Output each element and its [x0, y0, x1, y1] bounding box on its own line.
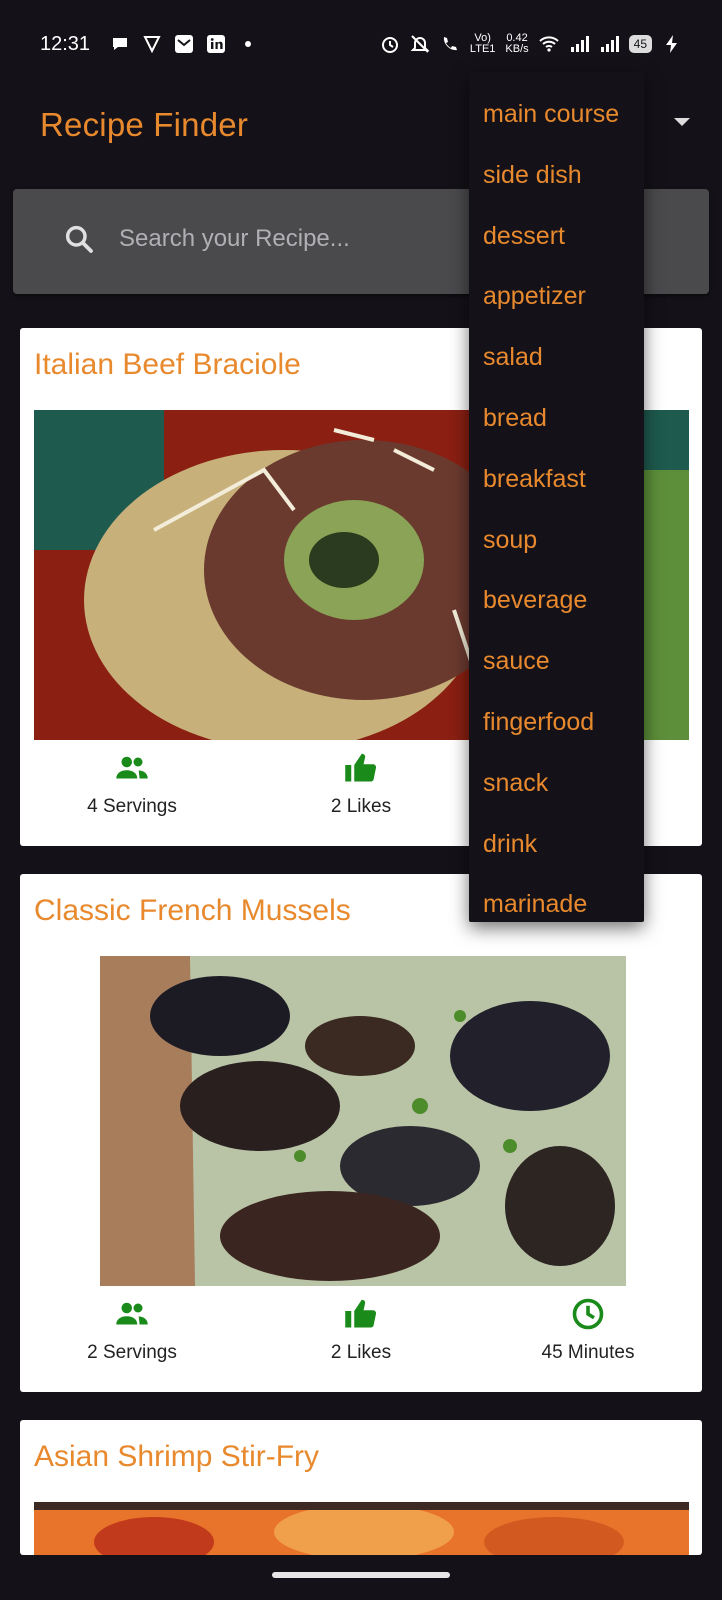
network-speed: 0.42 KB/s [505, 32, 529, 55]
minutes-label: 45 Minutes [541, 1342, 635, 1363]
category-dropdown-menu: main course side dish dessert appetizer … [469, 72, 644, 922]
likes-label: 2 Likes [330, 796, 392, 817]
menu-item-fingerfood[interactable]: fingerfood [469, 692, 644, 753]
menu-item-side-dish[interactable]: side dish [469, 145, 644, 206]
menu-item-soup[interactable]: soup [469, 510, 644, 571]
servings-stat: 2 Servings [32, 1292, 232, 1364]
status-left: 12:31 [40, 33, 258, 56]
minutes-stat: 45 Minutes [488, 1292, 688, 1364]
shrimp-image [34, 1502, 689, 1555]
search-icon [65, 225, 93, 253]
menu-item-sauce[interactable]: sauce [469, 631, 644, 692]
thumbs-up-icon [345, 1299, 377, 1328]
servings-label: 4 Servings [87, 796, 177, 817]
battery-indicator: 45 [628, 35, 652, 53]
people-icon [116, 756, 148, 779]
thumbs-up-icon [345, 753, 377, 782]
signal-icon-2 [600, 36, 619, 52]
menu-item-main-course[interactable]: main course [469, 84, 644, 145]
status-time: 12:31 [40, 32, 91, 55]
signal-icon-1 [570, 36, 589, 52]
likes-label: 2 Likes [330, 1342, 392, 1363]
menu-item-snack[interactable]: snack [469, 753, 644, 814]
volte-indicator: Vo) LTE1 [469, 32, 496, 55]
mute-bell-icon [410, 35, 430, 53]
people-icon [116, 1302, 148, 1325]
app-title: Recipe Finder [40, 106, 249, 143]
likes-stat: 2 Likes [261, 1292, 461, 1364]
wifi-icon [538, 36, 559, 52]
vpn-shield-icon [143, 36, 161, 54]
recipe-image [100, 956, 626, 1286]
menu-item-breakfast[interactable]: breakfast [469, 449, 644, 510]
navigation-bar [0, 1555, 722, 1600]
servings-label: 2 Servings [87, 1342, 177, 1363]
linkedin-icon [207, 35, 226, 53]
alarm-icon [381, 37, 398, 53]
recipe-title: Italian Beef Braciole [34, 348, 301, 381]
recipe-card[interactable]: Classic French Mussels 2 Servings 2 Like… [20, 874, 702, 1392]
category-dropdown-arrow-icon[interactable] [674, 118, 690, 126]
menu-item-appetizer[interactable]: appetizer [469, 266, 644, 327]
dot-icon [245, 41, 252, 47]
recipe-stats: 2 Servings 2 Likes 45 Minutes [20, 1292, 702, 1382]
mussels-image [100, 956, 626, 1286]
home-gesture-handle[interactable] [272, 1572, 450, 1578]
chat-icon [113, 38, 128, 50]
likes-stat: 2 Likes [261, 746, 461, 818]
servings-stat: 4 Servings [32, 746, 232, 818]
menu-item-dessert[interactable]: dessert [469, 206, 644, 267]
recipe-title: Asian Shrimp Stir-Fry [34, 1440, 320, 1473]
charging-icon [666, 35, 677, 53]
menu-item-bread[interactable]: bread [469, 388, 644, 449]
menu-item-beverage[interactable]: beverage [469, 570, 644, 631]
menu-item-salad[interactable]: salad [469, 327, 644, 388]
wifi-call-icon [443, 37, 457, 51]
status-right: Vo) LTE1 0.42 KB/s 45 [380, 33, 682, 55]
menu-item-marinade[interactable]: marinade [469, 874, 644, 935]
recipe-card[interactable]: Asian Shrimp Stir-Fry [20, 1420, 702, 1555]
mail-icon [175, 35, 194, 53]
menu-item-drink[interactable]: drink [469, 814, 644, 875]
recipe-title: Classic French Mussels [34, 894, 351, 927]
clock-icon [572, 1298, 604, 1330]
recipe-image [34, 1502, 689, 1555]
